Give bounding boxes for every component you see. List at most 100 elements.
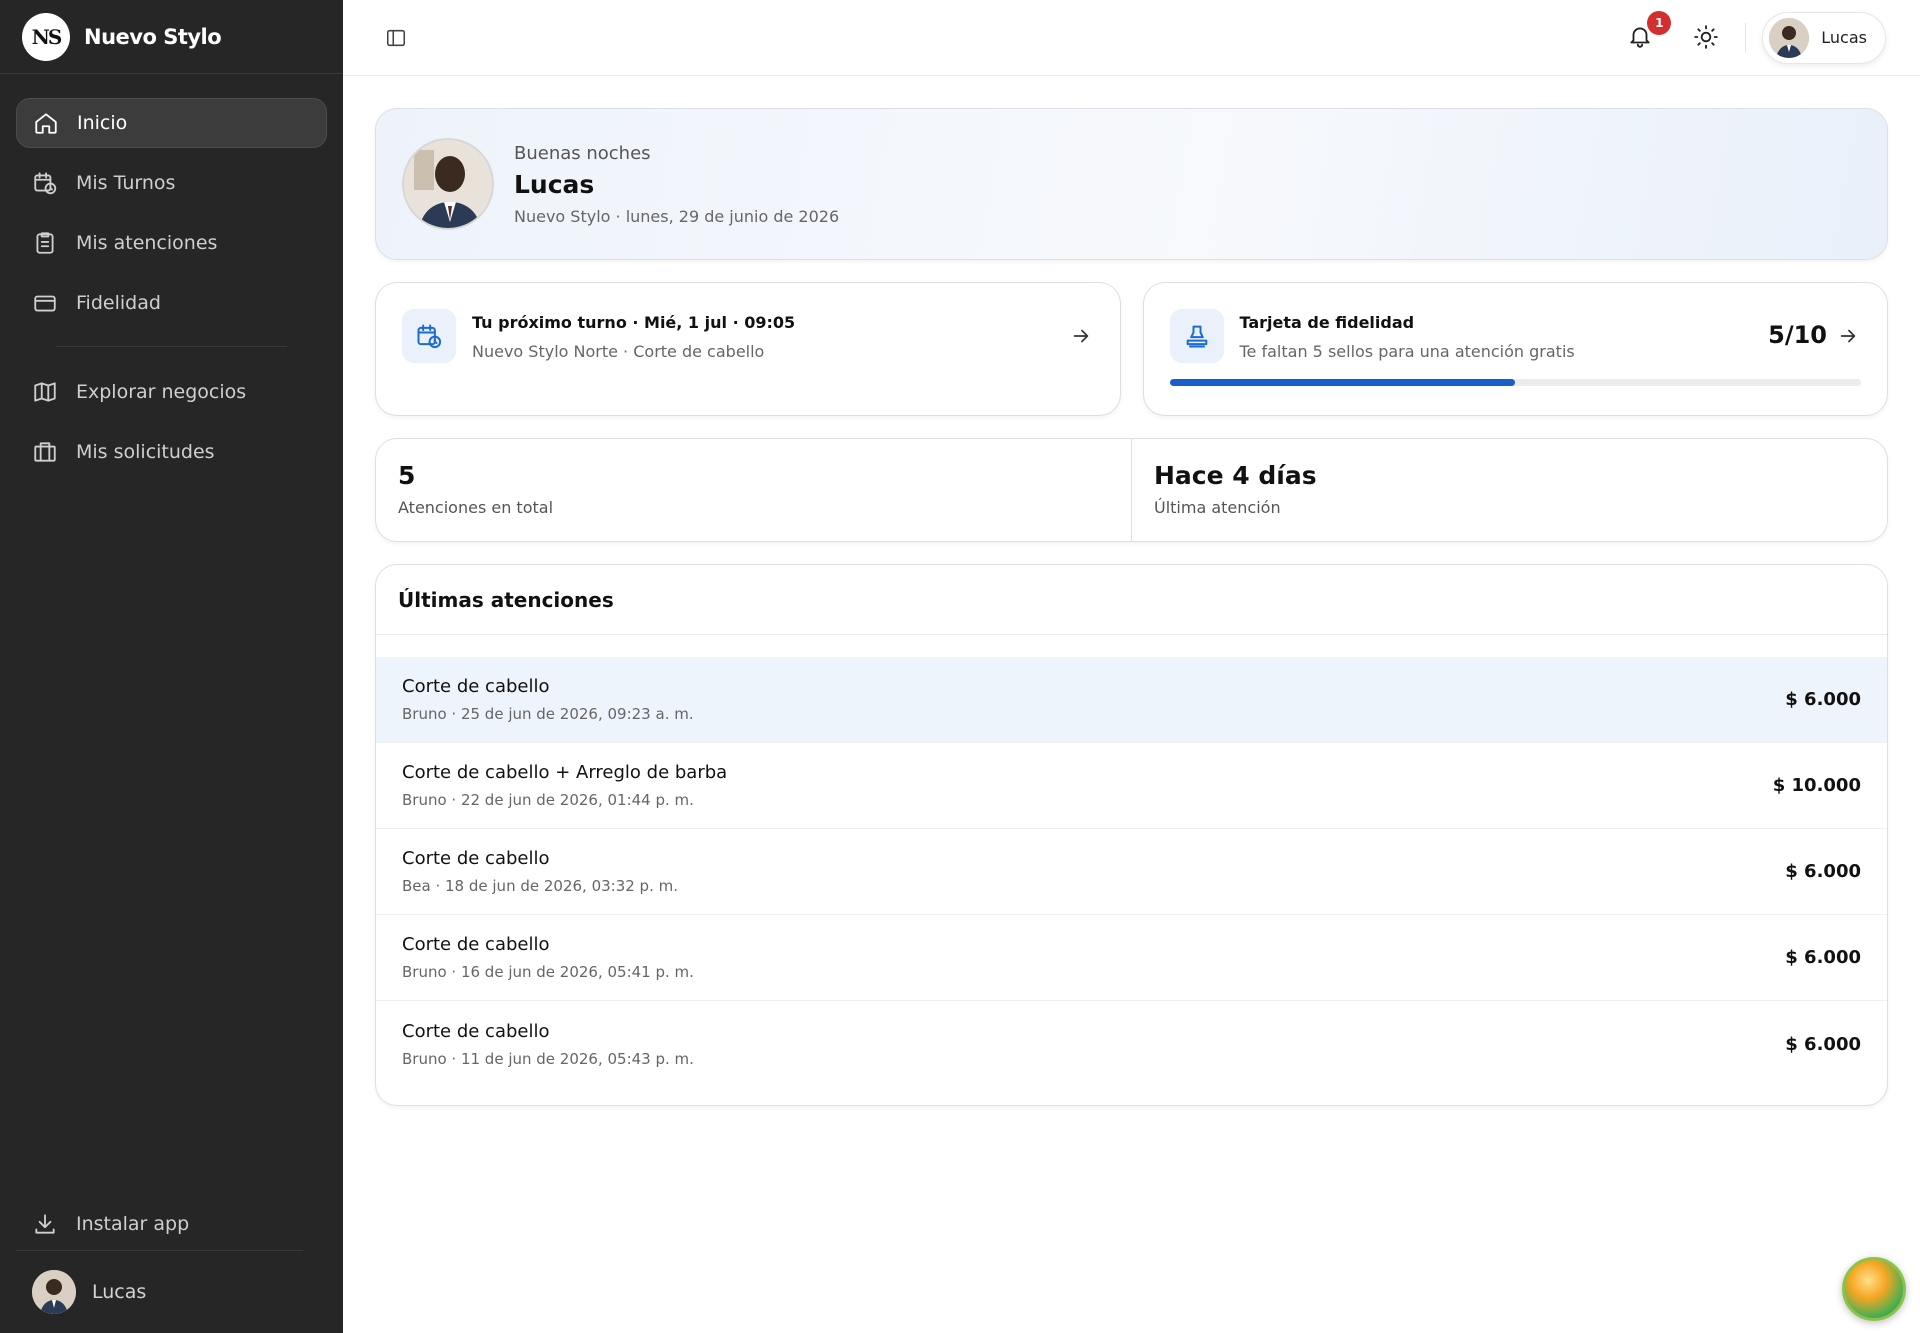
loyalty-card[interactable]: Tarjeta de fidelidad Te faltan 5 sellos … — [1142, 282, 1888, 416]
recent-visits-list: Corte de cabello Bruno · 25 de jun de 20… — [376, 635, 1887, 1087]
list-item-text: Corte de cabello + Arreglo de barba Brun… — [402, 762, 727, 809]
nav-divider — [56, 346, 287, 347]
main: 1 Lucas Buenas noches Lucas Nuevo Stylo … — [343, 0, 1920, 1333]
list-item[interactable]: Corte de cabello Bruno · 25 de jun de 20… — [376, 657, 1887, 743]
loyalty-text: Tarjeta de fidelidad Te faltan 5 sellos … — [1240, 313, 1575, 361]
sun-icon — [1694, 24, 1719, 49]
theme-toggle-button[interactable] — [1693, 24, 1721, 52]
user-name-heading: Lucas — [514, 169, 595, 199]
stats-card: 5 Atenciones en total Hace 4 días Última… — [375, 438, 1888, 542]
summary-tiles: Tu próximo turno · Mié, 1 jul · 09:05 Nu… — [375, 282, 1888, 416]
list-item-text: Corte de cabello Bea · 18 de jun de 2026… — [402, 848, 678, 895]
sidebar-item-mis-turnos[interactable]: Mis Turnos — [16, 158, 327, 208]
greeting: Buenas noches — [514, 142, 651, 164]
service-name: Corte de cabello — [402, 934, 550, 955]
list-item[interactable]: Corte de cabello Bea · 18 de jun de 2026… — [376, 829, 1887, 915]
list-item[interactable]: Corte de cabello Bruno · 11 de jun de 20… — [376, 1001, 1887, 1087]
avatar — [32, 1270, 76, 1314]
service-name: Corte de cabello — [402, 848, 550, 869]
install-app-button[interactable]: Instalar app — [16, 1197, 303, 1251]
sidebar-item-label: Mis solicitudes — [76, 441, 215, 463]
service-price: $ 6.000 — [1785, 861, 1861, 882]
next-turn-title: Tu próximo turno · Mié, 1 jul · 09:05 — [472, 313, 796, 332]
sidebar-footer: Instalar app Lucas — [16, 1197, 327, 1333]
list-item[interactable]: Corte de cabello Bruno · 16 de jun de 20… — [376, 915, 1887, 1001]
user-menu-name: Lucas — [1821, 28, 1867, 47]
topbar-actions: 1 Lucas — [1627, 10, 1886, 64]
arrow-right-icon[interactable] — [1070, 325, 1092, 347]
briefcase-icon — [32, 439, 58, 465]
service-name: Corte de cabello + Arreglo de barba — [402, 762, 728, 783]
map-icon — [32, 379, 58, 405]
loyalty-progress-fill — [1169, 379, 1516, 386]
sidebar-nav: Inicio Mis Turnos Mis atenciones Fidelid… — [0, 74, 343, 477]
brand[interactable]: NS Nuevo Stylo — [0, 0, 343, 74]
calendar-clock-icon — [402, 309, 456, 363]
loyalty-title: Tarjeta de fidelidad — [1239, 313, 1415, 332]
notification-badge: 1 — [1647, 10, 1672, 35]
welcome-subtitle: Nuevo Stylo · lunes, 29 de junio de 2026 — [514, 206, 840, 226]
stat-total-visits: 5 Atenciones en total — [376, 439, 1131, 541]
avatar — [402, 138, 494, 230]
service-price: $ 6.000 — [1785, 947, 1861, 968]
sidebar-item-label: Inicio — [77, 112, 128, 134]
brand-logo: NS — [22, 12, 70, 61]
sidebar-item-fidelidad[interactable]: Fidelidad — [16, 278, 327, 328]
sidebar-item-label: Mis atenciones — [76, 232, 218, 254]
recent-visits-card: Últimas atenciones Corte de cabello Brun… — [375, 564, 1888, 1106]
home-icon — [33, 110, 59, 136]
stat-label: Última atención — [1154, 498, 1281, 517]
list-item-text: Corte de cabello Bruno · 16 de jun de 20… — [402, 934, 694, 981]
service-detail: Bruno · 16 de jun de 2026, 05:41 p. m. — [402, 963, 694, 981]
next-turn-subtitle: Nuevo Stylo Norte · Corte de cabello — [472, 342, 765, 361]
calendar-clock-icon — [32, 170, 58, 196]
service-price: $ 10.000 — [1772, 775, 1861, 796]
download-icon — [32, 1211, 58, 1237]
sidebar-item-inicio[interactable]: Inicio — [16, 98, 327, 148]
next-turn-text: Tu próximo turno · Mié, 1 jul · 09:05 Nu… — [472, 313, 795, 361]
service-detail: Bea · 18 de jun de 2026, 03:32 p. m. — [402, 877, 678, 895]
user-menu-button[interactable]: Lucas — [1762, 11, 1886, 64]
sidebar-item-mis-atenciones[interactable]: Mis atenciones — [16, 218, 327, 268]
list-item-text: Corte de cabello Bruno · 25 de jun de 20… — [402, 676, 694, 723]
list-item-text: Corte de cabello Bruno · 11 de jun de 20… — [402, 1021, 694, 1068]
install-app-label: Instalar app — [76, 1212, 190, 1235]
stamp-icon — [1169, 309, 1224, 363]
stat-value: Hace 4 días — [1154, 461, 1317, 490]
sidebar-user[interactable]: Lucas — [16, 1251, 327, 1333]
notifications-button[interactable]: 1 — [1627, 10, 1672, 53]
list-item[interactable]: Corte de cabello + Arreglo de barba Brun… — [376, 743, 1887, 829]
service-price: $ 6.000 — [1785, 689, 1861, 710]
avatar — [1769, 17, 1810, 58]
service-detail: Bruno · 25 de jun de 2026, 09:23 a. m. — [402, 705, 694, 723]
stat-value: 5 — [398, 461, 416, 490]
welcome-card: Buenas noches Lucas Nuevo Stylo · lunes,… — [375, 108, 1888, 260]
dashboard-content: Buenas noches Lucas Nuevo Stylo · lunes,… — [343, 76, 1920, 1106]
loyalty-subtitle: Te faltan 5 sellos para una atención gra… — [1239, 342, 1575, 361]
service-name: Corte de cabello — [402, 676, 550, 697]
sidebar-item-explorar-negocios[interactable]: Explorar negocios — [16, 367, 327, 417]
sidebar: NS Nuevo Stylo Inicio Mis Turnos Mis ate… — [0, 0, 343, 1333]
service-detail: Bruno · 11 de jun de 2026, 05:43 p. m. — [402, 1049, 694, 1068]
loyalty-progress-bar — [1169, 379, 1861, 386]
sidebar-toggle-icon[interactable] — [385, 27, 407, 49]
next-turn-card[interactable]: Tu próximo turno · Mié, 1 jul · 09:05 Nu… — [375, 282, 1121, 416]
welcome-text: Buenas noches Lucas Nuevo Stylo · lunes,… — [514, 143, 839, 226]
loyalty-stamp-count: 5/10 — [1768, 321, 1827, 349]
sidebar-item-label: Explorar negocios — [76, 381, 247, 403]
sidebar-item-label: Fidelidad — [76, 292, 161, 314]
arrow-right-icon[interactable] — [1837, 325, 1859, 347]
recent-visits-title: Últimas atenciones — [376, 565, 1887, 635]
brand-logo-text: NS — [31, 24, 63, 49]
sidebar-item-mis-solicitudes[interactable]: Mis solicitudes — [16, 427, 327, 477]
topbar-divider — [1745, 22, 1747, 53]
card-icon — [32, 290, 58, 316]
clipboard-icon — [32, 230, 58, 256]
assistant-floating-button[interactable] — [1842, 1257, 1906, 1321]
service-detail: Bruno · 22 de jun de 2026, 01:44 p. m. — [402, 791, 694, 809]
stat-label: Atenciones en total — [398, 498, 554, 517]
sidebar-item-label: Mis Turnos — [76, 172, 176, 194]
sidebar-user-name: Lucas — [92, 1281, 147, 1303]
service-price: $ 6.000 — [1785, 1033, 1861, 1055]
brand-name: Nuevo Stylo — [84, 24, 222, 49]
